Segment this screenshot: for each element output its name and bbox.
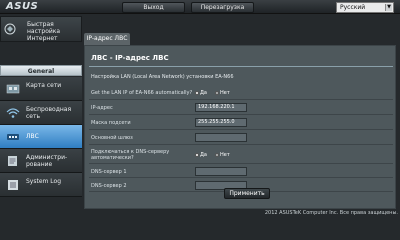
row-mask: Маска подсети 255.255.255.0 (89, 116, 393, 130)
row-gateway: Основной шлюз (89, 131, 393, 145)
mask-input[interactable]: 255.255.255.0 (195, 118, 247, 127)
dns1-input[interactable] (195, 167, 247, 176)
settings-panel: ЛВС - IP-адрес ЛВС Настройка LAN (Local … (84, 45, 396, 209)
gateway-label: Основной шлюз (91, 135, 133, 141)
page-description: Настройка LAN (Local Area Network) устан… (91, 74, 234, 80)
mask-label: Маска подсети (91, 120, 131, 126)
tab-lan-ip[interactable]: IP-адрес ЛВС (84, 33, 130, 45)
auto-ip-no-radio[interactable]: Нет (215, 90, 230, 96)
gateway-input[interactable] (195, 133, 247, 142)
dns2-label: DNS-сервер 2 (91, 183, 127, 189)
logout-button[interactable]: Выход (122, 2, 185, 13)
sidebar-item-system-log[interactable]: System Log (0, 173, 82, 197)
chevron-down-icon: ▼ (385, 4, 392, 11)
row-auto-ip: Get the LAN IP of EA-N66 automatically? … (89, 87, 393, 100)
row-auto-dns: Подключаться к DNS-серверу автоматически… (89, 146, 393, 164)
ip-label: IP-адрес (91, 105, 113, 111)
sidebar-item-label: Беспроводная сеть (26, 106, 72, 120)
section-general: General (0, 65, 82, 76)
quick-setup-label: Быстрая настройка Интернет (27, 21, 61, 42)
log-icon (8, 180, 18, 190)
admin-icon (8, 156, 17, 166)
auto-dns-label: Подключаться к DNS-серверу автоматически… (91, 149, 170, 161)
network-map-icon (6, 84, 20, 94)
dns1-label: DNS-сервер 1 (91, 169, 127, 175)
sidebar: Быстрая настройка Интернет General Карта… (0, 14, 82, 219)
asus-logo: ASUS (6, 1, 39, 12)
ip-input[interactable]: 192.168.220.1 (195, 103, 247, 112)
lan-icon (7, 134, 19, 140)
reboot-button[interactable]: Перезагрузка (191, 2, 254, 13)
sidebar-item-administration[interactable]: Администри-рование (0, 149, 82, 173)
sidebar-item-network-map[interactable]: Карта сети (0, 77, 82, 101)
auto-dns-no-radio[interactable]: Нет (215, 152, 230, 158)
auto-dns-yes-radio[interactable]: Да (195, 152, 207, 158)
sidebar-item-label: ЛВС (26, 133, 39, 140)
page-title: ЛВС - IP-адрес ЛВС (91, 54, 169, 62)
top-bar: ASUS Выход Перезагрузка Русский ▼ (0, 0, 400, 14)
language-select[interactable]: Русский ▼ (336, 2, 394, 13)
sidebar-item-label: Карта сети (26, 82, 62, 89)
quick-setup-button[interactable]: Быстрая настройка Интернет (0, 16, 82, 42)
auto-ip-label: Get the LAN IP of EA-N66 automatically? (91, 90, 193, 96)
row-dns1: DNS-сервер 1 (89, 165, 393, 178)
sidebar-item-lan[interactable]: ЛВС (0, 125, 82, 149)
language-value: Русский (340, 4, 366, 11)
row-ip: IP-адрес 192.168.220.1 (89, 101, 393, 115)
sidebar-item-label: System Log (26, 178, 61, 185)
apply-button[interactable]: Применить (224, 188, 270, 199)
sidebar-item-label: Администри-рование (26, 154, 68, 168)
divider (89, 66, 393, 67)
auto-ip-yes-radio[interactable]: Да (195, 90, 207, 96)
sidebar-item-wireless[interactable]: Беспроводная сеть (0, 101, 82, 125)
copyright: 2012 ASUSTeK Computer Inc. Все права защ… (264, 210, 398, 216)
wireless-icon (6, 108, 20, 118)
wizard-icon (4, 23, 16, 35)
